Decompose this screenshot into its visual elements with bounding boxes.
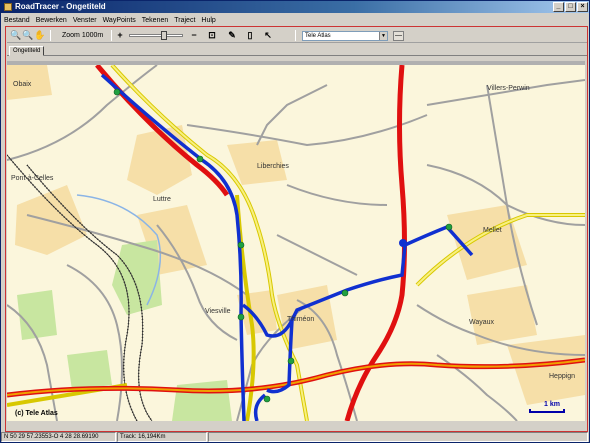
- map-view[interactable]: Obaix Villers-Perwin Liberchies Pont-à-C…: [7, 65, 585, 421]
- toolbar-separator: [295, 30, 296, 41]
- place-label: Pont-à-Celles: [11, 175, 54, 182]
- fit-view-icon[interactable]: ⊡: [207, 30, 217, 41]
- title-bar[interactable]: RoadTracer - Ongetiteld _ □ ×: [1, 1, 589, 13]
- zoom-slider-thumb[interactable]: [161, 31, 167, 40]
- place-label: Villers-Perwin: [487, 85, 530, 92]
- menu-hulp[interactable]: Hulp: [198, 15, 218, 26]
- zoom-out-button[interactable]: −: [189, 30, 199, 41]
- zoom-level-label: Zoom 1000m: [62, 32, 104, 39]
- place-label: Heppign: [549, 373, 576, 380]
- map-source-select[interactable]: Tele Atlas ▼: [302, 31, 388, 41]
- status-bar: N 50 29 57.23553-O 4 28 28.69190 Track: …: [1, 432, 589, 442]
- status-track-length: Track: 16,194Km: [117, 432, 207, 442]
- place-label: Thiméon: [287, 316, 315, 323]
- menu-bar: Bestand Bewerken Venster WayPoints Tekenen Tr…: [1, 14, 589, 25]
- zoom-in-button[interactable]: +: [115, 30, 125, 41]
- menu-bestand[interactable]: Bestand: [1, 15, 33, 26]
- menu-waypoints[interactable]: WayPoints: [100, 15, 139, 26]
- place-label: Mellet: [483, 227, 502, 234]
- zoom-slider-track[interactable]: [129, 34, 183, 37]
- maximize-button[interactable]: □: [565, 2, 576, 12]
- place-label: Viesville: [205, 308, 231, 315]
- place-label: Liberchies: [257, 163, 289, 170]
- minimize-button[interactable]: _: [553, 2, 564, 12]
- zoom-out-glass-icon[interactable]: 🔍: [22, 30, 33, 41]
- menu-tekenen[interactable]: Tekenen: [139, 15, 171, 26]
- scale-label: 1 km: [544, 401, 560, 408]
- select-cursor-icon[interactable]: ↖: [263, 30, 273, 41]
- menu-venster[interactable]: Venster: [70, 15, 100, 26]
- place-label: Wayaux: [469, 319, 495, 326]
- chevron-down-icon[interactable]: ▼: [379, 32, 387, 40]
- map-copyright: (c) Tele Atlas: [15, 410, 58, 417]
- toolbar-separator: [111, 30, 112, 41]
- app-icon: [4, 3, 12, 11]
- zoom-in-glass-icon[interactable]: 🔍: [10, 30, 21, 41]
- draw-tool-icon[interactable]: ✎: [227, 30, 237, 41]
- hand-pan-icon[interactable]: ✋: [34, 30, 45, 41]
- toolbar: 🔍 🔍 ✋ Zoom 1000m + − ⊡ ✎ ▯ ↖ Tele Atlas …: [7, 28, 587, 43]
- map-canvas[interactable]: [7, 65, 585, 421]
- place-label: Obaix: [13, 81, 32, 88]
- menu-traject[interactable]: Traject: [171, 15, 198, 26]
- tab-ongetiteld[interactable]: Ongetiteld: [9, 46, 45, 56]
- window-title: RoadTracer - Ongetiteld: [15, 2, 106, 11]
- close-button[interactable]: ×: [577, 2, 588, 12]
- place-label: Luttre: [153, 196, 171, 203]
- collapse-button[interactable]: —: [393, 31, 404, 41]
- status-empty: [208, 432, 588, 442]
- map-source-value: Tele Atlas: [305, 33, 331, 39]
- app-window: RoadTracer - Ongetiteld _ □ × Bestand Bew…: [0, 0, 590, 443]
- document-tabs: Ongetiteld: [7, 44, 587, 56]
- scale-bar: [529, 409, 565, 413]
- toolbar-separator: [50, 30, 51, 41]
- menu-bewerken[interactable]: Bewerken: [33, 15, 70, 26]
- panel-toggle-icon[interactable]: ▯: [245, 30, 255, 41]
- status-coordinates: N 50 29 57.23553-O 4 28 28.69190: [1, 432, 116, 442]
